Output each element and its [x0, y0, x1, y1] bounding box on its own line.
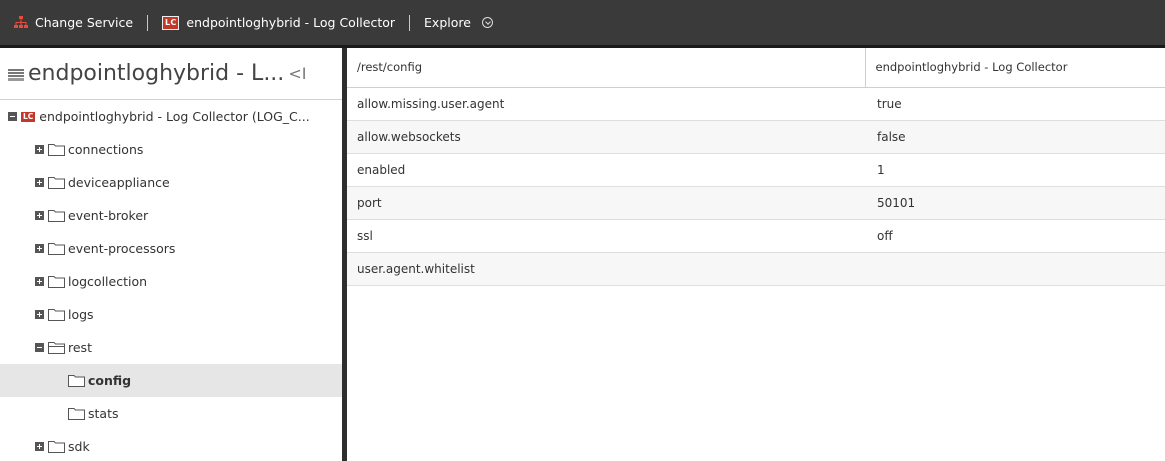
config-key: user.agent.whitelist	[347, 252, 865, 286]
tree-item-label: event-broker	[68, 208, 149, 223]
tree-item-connections[interactable]: connections	[0, 133, 342, 166]
table-row[interactable]: allow.websockets false	[347, 120, 1165, 154]
tree-item-label: deviceappliance	[68, 175, 170, 190]
folder-icon	[48, 210, 65, 222]
tree-panel-header: endpointloghybrid - L... <I	[0, 48, 342, 100]
tree-item-event-broker[interactable]: event-broker	[0, 199, 342, 232]
explore-menu[interactable]: Explore	[424, 0, 493, 45]
table-row[interactable]: enabled 1	[347, 153, 1165, 187]
tree-item-logcollection[interactable]: logcollection	[0, 265, 342, 298]
expand-toggle-icon[interactable]	[35, 442, 44, 451]
config-value[interactable]: true	[865, 87, 1165, 121]
config-value[interactable]: false	[865, 120, 1165, 154]
tree-item-label: logs	[68, 307, 94, 322]
config-key: ssl	[347, 219, 865, 253]
chevron-down-icon	[481, 17, 493, 28]
tree-item-label: logcollection	[68, 274, 148, 289]
folder-icon	[48, 441, 65, 453]
collapse-toggle-icon[interactable]	[8, 112, 17, 121]
expand-toggle-icon[interactable]	[35, 178, 44, 187]
folder-open-icon	[48, 342, 65, 354]
log-collector-badge-icon: LC	[21, 111, 36, 122]
change-service-label: Change Service	[35, 15, 134, 30]
tree-item-label: connections	[68, 142, 144, 157]
config-value[interactable]: off	[865, 219, 1165, 253]
table-row[interactable]: user.agent.whitelist	[347, 252, 1165, 286]
expand-toggle-icon[interactable]	[35, 244, 44, 253]
tree-panel-title: endpointloghybrid - L...	[28, 61, 285, 86]
current-service-label: endpointloghybrid - Log Collector	[186, 15, 396, 30]
explore-label: Explore	[424, 15, 471, 30]
column-header-path[interactable]: /rest/config	[347, 48, 865, 88]
expand-toggle-icon[interactable]	[35, 310, 44, 319]
collapse-panel-icon[interactable]: <I	[288, 64, 306, 83]
tree-item-label: sdk	[68, 439, 90, 454]
table-row[interactable]: allow.missing.user.agent true	[347, 87, 1165, 121]
config-key: allow.websockets	[347, 120, 865, 154]
tree-item-root[interactable]: LC endpointloghybrid - Log Collector (LO…	[0, 100, 342, 133]
service-icon	[8, 68, 24, 81]
expand-toggle-icon[interactable]	[35, 211, 44, 220]
tree: LC endpointloghybrid - Log Collector (LO…	[0, 100, 342, 461]
config-table: /rest/config endpointloghybrid - Log Col…	[347, 48, 1165, 286]
table-row[interactable]: ssl off	[347, 219, 1165, 253]
log-collector-badge-icon: LC	[162, 15, 180, 30]
folder-icon	[48, 243, 65, 255]
tree-item-logs[interactable]: logs	[0, 298, 342, 331]
tree-item-label: rest	[68, 340, 92, 355]
tree-item-label: endpointloghybrid - Log Collector (LOG_C…	[39, 109, 310, 124]
folder-icon	[68, 408, 85, 420]
folder-icon	[68, 375, 85, 387]
folder-icon	[48, 309, 65, 321]
config-key: allow.missing.user.agent	[347, 87, 865, 121]
change-service-button[interactable]: Change Service	[14, 0, 133, 45]
expand-toggle-icon[interactable]	[35, 145, 44, 154]
tree-item-sdk[interactable]: sdk	[0, 430, 342, 461]
table-header-row: /rest/config endpointloghybrid - Log Col…	[347, 48, 1165, 88]
tree-item-event-processors[interactable]: event-processors	[0, 232, 342, 265]
tree-item-deviceappliance[interactable]: deviceappliance	[0, 166, 342, 199]
table-row[interactable]: port 50101	[347, 186, 1165, 220]
folder-icon	[48, 276, 65, 288]
tree-item-config[interactable]: config	[0, 364, 342, 397]
tree-item-label: stats	[88, 406, 119, 421]
toolbar-divider	[409, 14, 411, 31]
network-icon	[14, 15, 28, 28]
config-value[interactable]: 1	[865, 153, 1165, 187]
current-service[interactable]: LC endpointloghybrid - Log Collector	[162, 0, 395, 45]
expand-toggle-icon[interactable]	[35, 277, 44, 286]
folder-icon	[48, 177, 65, 189]
folder-icon	[48, 144, 65, 156]
column-header-service[interactable]: endpointloghybrid - Log Collector	[864, 48, 1165, 88]
tree-panel: endpointloghybrid - L... <I LC endpointl…	[0, 48, 342, 461]
toolbar-divider	[147, 14, 149, 31]
config-key: port	[347, 186, 865, 220]
top-toolbar: Change Service LC endpointloghybrid - Lo…	[0, 0, 1165, 48]
collapse-toggle-icon[interactable]	[35, 343, 44, 352]
tree-item-rest[interactable]: rest	[0, 331, 342, 364]
config-table-panel: /rest/config endpointloghybrid - Log Col…	[347, 48, 1165, 461]
config-value[interactable]: 50101	[865, 186, 1165, 220]
tree-item-label: config	[88, 373, 132, 388]
tree-item-stats[interactable]: stats	[0, 397, 342, 430]
config-value[interactable]	[865, 252, 1165, 286]
config-key: enabled	[347, 153, 865, 187]
tree-item-label: event-processors	[68, 241, 176, 256]
